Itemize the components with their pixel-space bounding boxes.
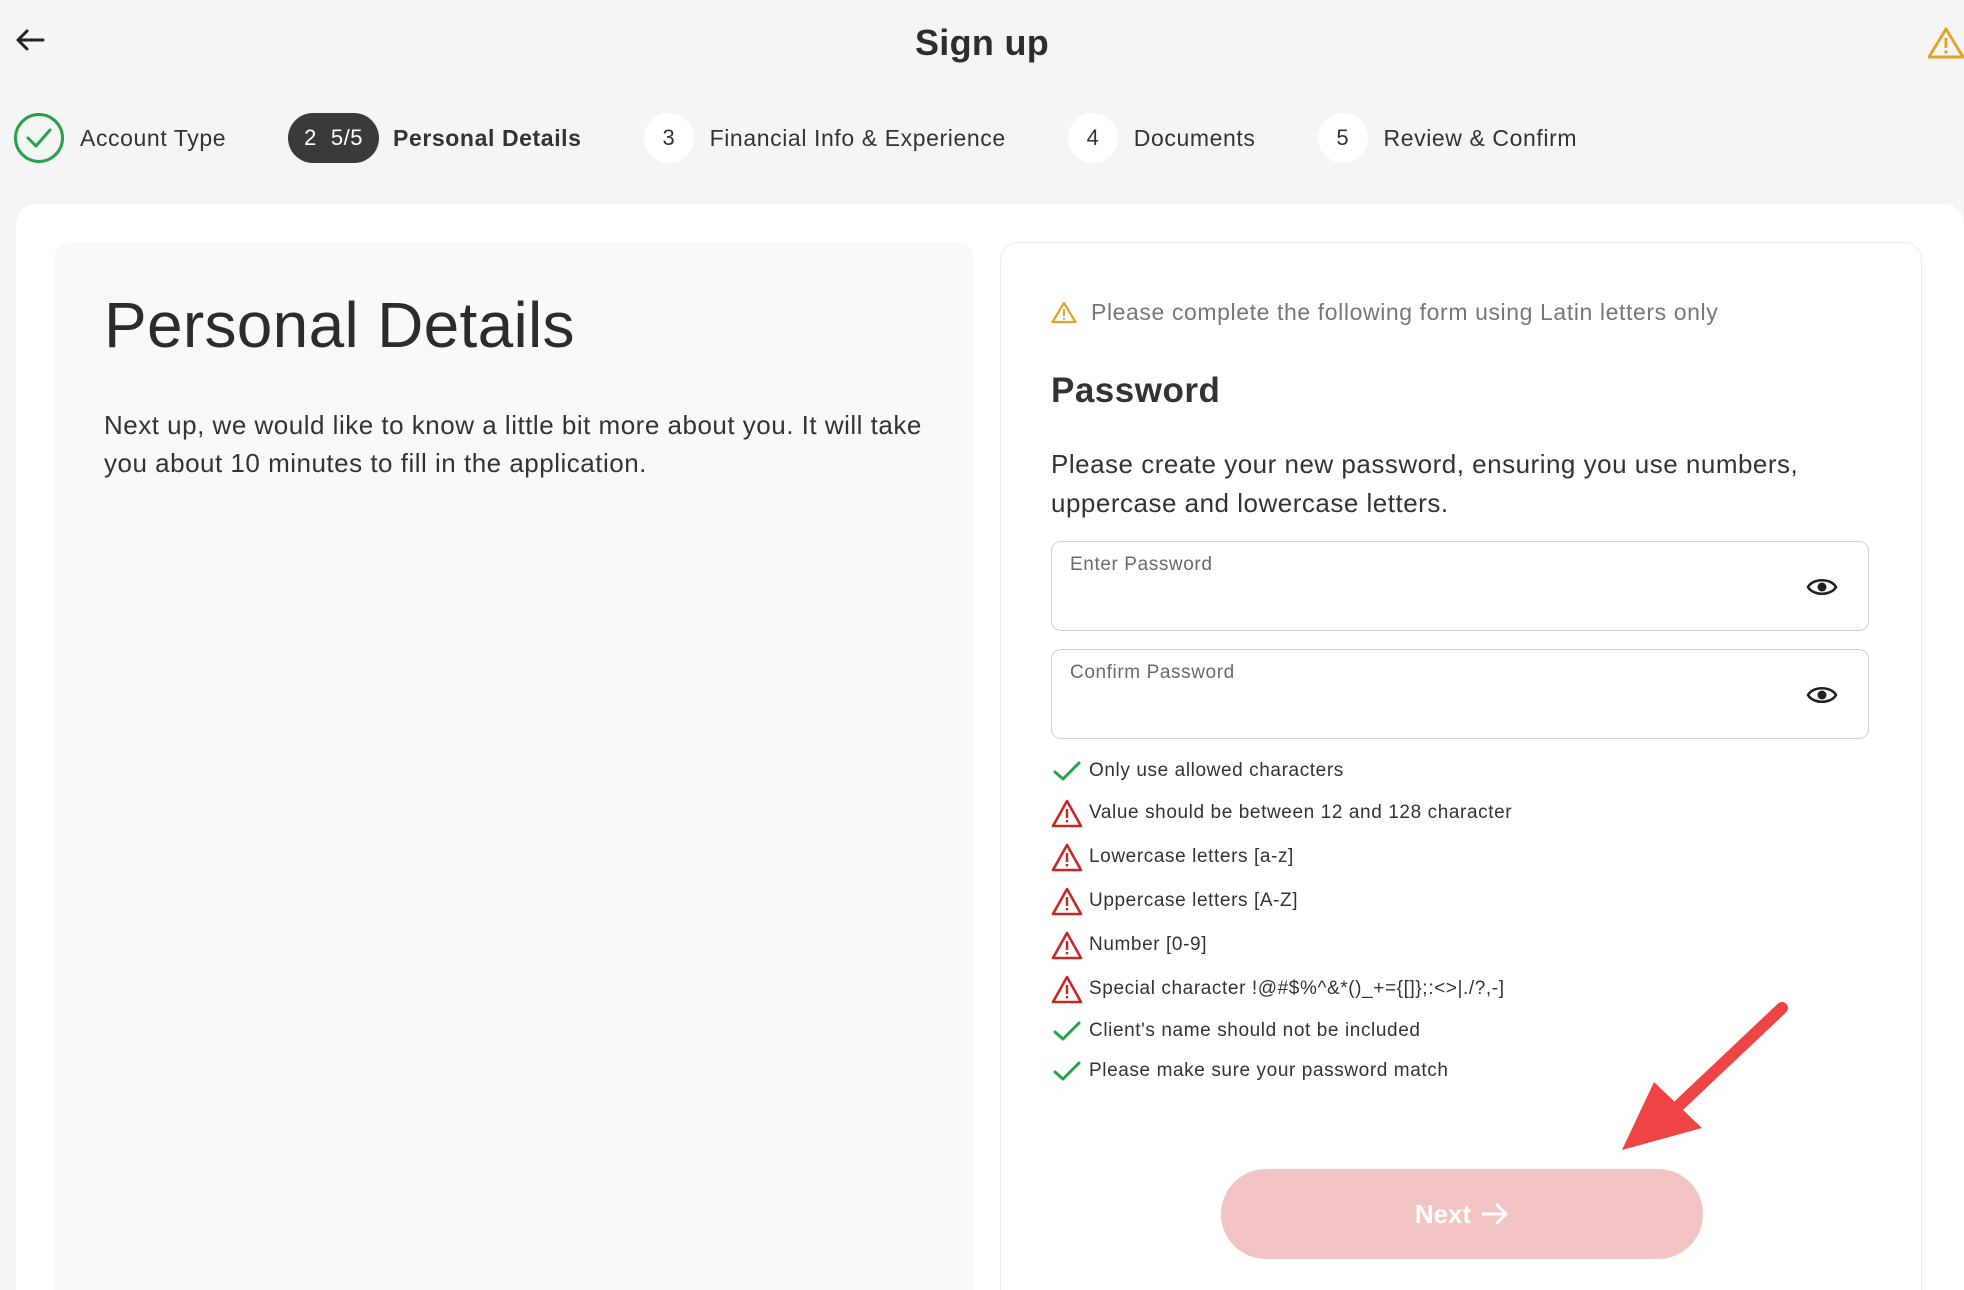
warning-triangle-icon [1051, 301, 1077, 324]
password-form-panel: Please complete the following form using… [1000, 242, 1922, 1290]
step-label: Financial Info & Experience [709, 124, 1006, 151]
confirm-password-input[interactable] [1070, 692, 1770, 728]
rule-text: Number [0-9] [1089, 934, 1208, 955]
error-triangle-icon [1051, 973, 1083, 1005]
next-button-label: Next [1414, 1198, 1472, 1229]
intro-title: Personal Details [104, 289, 575, 361]
page-title: Sign up [914, 22, 1050, 63]
step-label: Personal Details [393, 124, 582, 151]
signup-stepper: Account Type 2 5/5 Personal Details 3 Fi… [14, 112, 1577, 164]
rule-text: Special character !@#$%^&*()_+={[]};:<>|… [1089, 978, 1505, 999]
main-card: Personal Details Next up, we would like … [16, 204, 1964, 1290]
password-field[interactable]: Enter Password [1051, 541, 1869, 631]
step-review-confirm[interactable]: 5 Review & Confirm [1317, 112, 1578, 164]
confirm-password-field-label: Confirm Password [1070, 662, 1235, 683]
step-number: 4 [1067, 113, 1118, 163]
section-title: Password [1051, 371, 1221, 410]
rule-client-name: Client's name should not be included [1051, 1011, 1512, 1051]
password-field-label: Enter Password [1070, 554, 1213, 575]
rule-lowercase: Lowercase letters [a-z] [1051, 835, 1512, 879]
warning-triangle-icon[interactable] [1928, 26, 1964, 60]
step-financial-info[interactable]: 3 Financial Info & Experience [643, 112, 1006, 164]
step-label: Account Type [80, 124, 227, 151]
eye-icon[interactable] [1806, 681, 1838, 709]
rule-text: Lowercase letters [a-z] [1089, 846, 1294, 867]
rule-text: Please make sure your password match [1089, 1060, 1449, 1081]
rule-allowed-characters: Only use allowed characters [1051, 751, 1512, 791]
rule-text: Uppercase letters [A-Z] [1089, 890, 1299, 911]
step-number: 2 [304, 125, 317, 150]
rule-special-character: Special character !@#$%^&*()_+={[]};:<>|… [1051, 967, 1512, 1011]
check-circle-icon [14, 113, 64, 163]
check-icon [1051, 755, 1083, 787]
password-input[interactable] [1070, 584, 1770, 620]
rule-length: Value should be between 12 and 128 chara… [1051, 791, 1512, 835]
error-triangle-icon [1051, 841, 1083, 873]
rule-text: Client's name should not be included [1089, 1020, 1421, 1041]
step-progress-pill: 2 5/5 [288, 113, 379, 163]
step-documents[interactable]: 4 Documents [1067, 112, 1256, 164]
error-triangle-icon [1051, 929, 1083, 961]
step-account-type[interactable]: Account Type [14, 112, 226, 164]
step-label: Review & Confirm [1383, 124, 1578, 151]
rule-number: Number [0-9] [1051, 923, 1512, 967]
error-triangle-icon [1051, 797, 1083, 829]
step-number: 5 [1317, 113, 1368, 163]
step-number: 3 [643, 113, 694, 163]
eye-icon[interactable] [1806, 573, 1838, 601]
check-icon [1051, 1015, 1083, 1047]
rule-text: Value should be between 12 and 128 chara… [1089, 802, 1513, 823]
error-triangle-icon [1051, 885, 1083, 917]
step-progress: 5/5 [330, 125, 363, 150]
section-description: Please create your new password, ensurin… [1051, 449, 1799, 518]
rule-password-match: Please make sure your password match [1051, 1051, 1512, 1091]
intro-panel: Personal Details Next up, we would like … [54, 242, 974, 1290]
rule-text: Only use allowed characters [1089, 760, 1344, 781]
arrow-right-icon [1481, 1203, 1508, 1225]
password-rules-list: Only use allowed characters Value should… [1051, 751, 1512, 1091]
step-personal-details[interactable]: 2 5/5 Personal Details [288, 112, 581, 164]
notice-text: Please complete the following form using… [1091, 299, 1719, 325]
confirm-password-field[interactable]: Confirm Password [1051, 649, 1869, 739]
intro-description: Next up, we would like to know a little … [104, 410, 922, 478]
rule-uppercase: Uppercase letters [A-Z] [1051, 879, 1512, 923]
latin-letters-notice: Please complete the following form using… [1051, 299, 1718, 326]
step-label: Documents [1133, 124, 1256, 151]
next-button[interactable]: Next [1221, 1169, 1703, 1259]
check-icon [1051, 1055, 1083, 1087]
